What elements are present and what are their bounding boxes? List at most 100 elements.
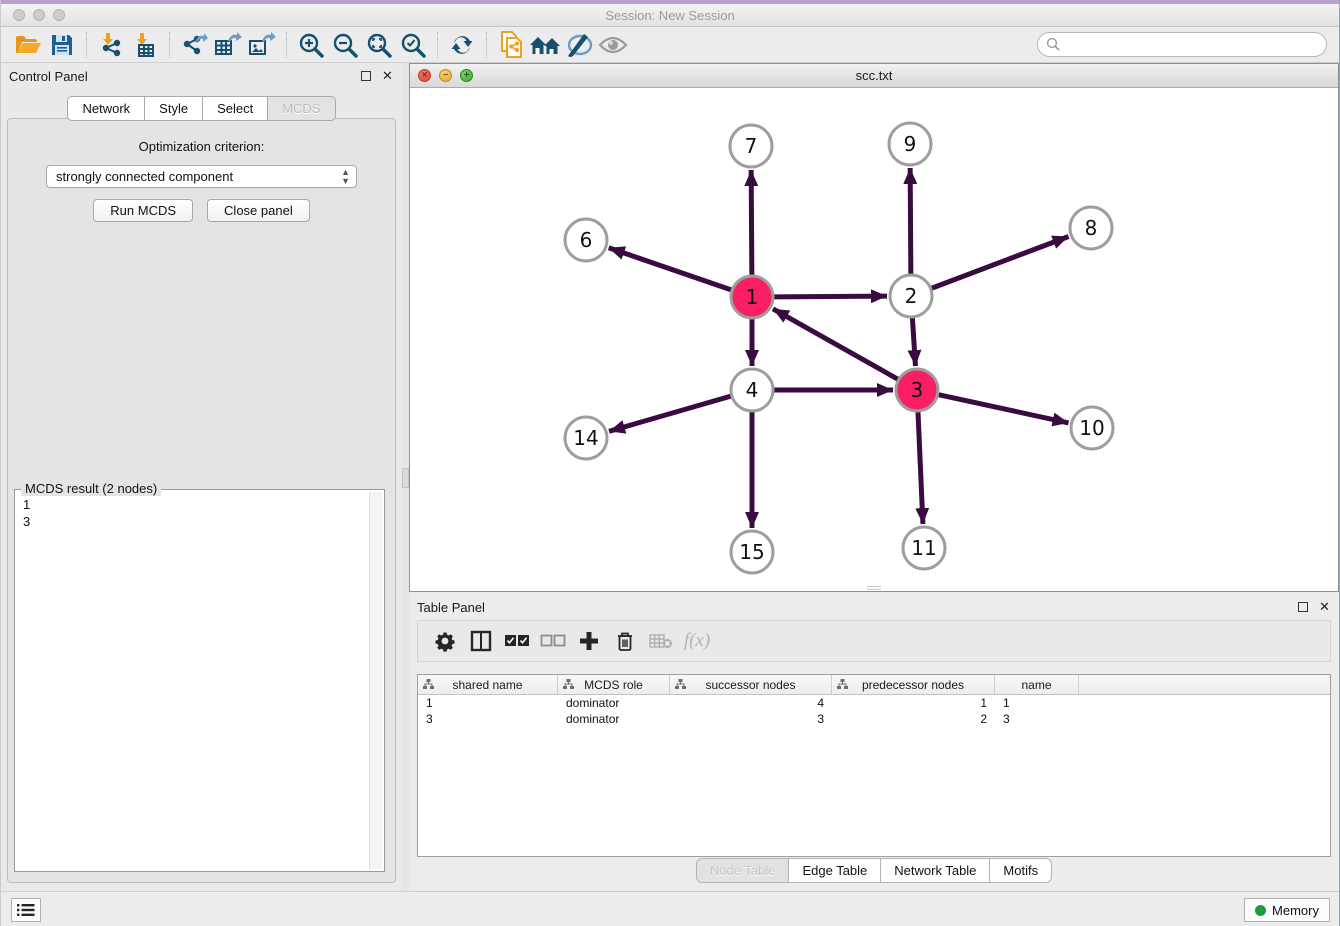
network-maximize-button[interactable]: + [460,69,473,82]
close-panel-button[interactable]: Close panel [207,199,310,222]
cell-successor-nodes[interactable]: 3 [670,712,832,726]
graph-edge-2-9[interactable] [910,168,911,274]
split-columns-icon[interactable] [466,626,496,656]
table-tabs: Node Table Edge Table Network Table Moti… [409,858,1339,883]
import-table-icon[interactable] [128,30,162,60]
clone-network-icon[interactable] [494,30,528,60]
tab-edge-table[interactable]: Edge Table [789,858,881,883]
cell-mcds-role[interactable]: dominator [558,712,670,726]
network-window-title: scc.txt [410,64,1338,88]
run-mcds-button[interactable]: Run MCDS [93,199,193,222]
graph-node-label-11: 11 [911,536,936,560]
cell-shared-name[interactable]: 3 [418,712,558,726]
tree-icon [423,679,434,690]
network-window-titlebar[interactable]: × − + scc.txt [410,64,1338,88]
unselect-all-icon[interactable] [538,626,568,656]
home-layout-icon[interactable] [528,30,562,60]
graph-node-label-15: 15 [739,540,764,564]
gear-icon[interactable] [430,626,460,656]
close-panel-icon[interactable]: ✕ [381,70,394,83]
cell-name[interactable]: 3 [995,712,1079,726]
zoom-out-icon[interactable] [328,30,362,60]
eye-icon[interactable] [596,30,630,60]
add-column-icon[interactable] [574,626,604,656]
column-header-mcds-role[interactable]: MCDS role [558,675,670,694]
memory-status-icon [1255,905,1266,916]
tab-network[interactable]: Network [67,96,145,121]
column-header-predecessor-nodes[interactable]: predecessor nodes [832,675,995,694]
tab-network-table[interactable]: Network Table [881,858,990,883]
style-brush-icon[interactable] [562,30,596,60]
criterion-value: strongly connected component [56,169,233,184]
cell-name[interactable]: 1 [995,696,1079,710]
graph-edge-1-2[interactable] [774,296,887,297]
delete-column-icon[interactable] [610,626,640,656]
refresh-icon[interactable] [445,30,479,60]
toolbar-separator [169,32,170,58]
table-row[interactable]: 1 dominator 4 1 1 [418,695,1330,711]
task-history-button[interactable] [11,898,41,922]
table-row[interactable]: 3 dominator 3 2 3 [418,711,1330,727]
network-canvas[interactable]: 1234678910111415 [410,89,1338,591]
splitter-handle-icon[interactable] [402,468,409,488]
graph-edge-2-3[interactable] [912,318,915,366]
tab-style[interactable]: Style [145,96,203,121]
select-all-icon[interactable] [502,626,532,656]
main-toolbar [1,27,1339,63]
list-icon [17,903,35,917]
graph-node-label-10: 10 [1079,416,1104,440]
mcds-result-text[interactable]: 1 3 [17,492,368,869]
graph-edge-3-1[interactable] [773,309,898,379]
graph-edge-3-10[interactable] [938,395,1068,423]
export-table-icon[interactable] [211,30,245,60]
graph-node-label-9: 9 [904,132,917,156]
toolbar-separator [437,32,438,58]
panel-splitter[interactable] [402,63,409,891]
control-panel-title: Control Panel [9,69,88,84]
close-table-panel-icon[interactable]: ✕ [1318,601,1331,614]
zoom-selected-icon[interactable] [396,30,430,60]
network-resize-handle-icon[interactable] [867,586,881,590]
tab-motifs[interactable]: Motifs [990,858,1052,883]
column-header-successor-nodes[interactable]: successor nodes [670,675,832,694]
graph-edge-1-7[interactable] [751,170,752,275]
graph-edge-2-8[interactable] [932,236,1069,288]
graph-node-label-14: 14 [573,426,598,450]
tab-mcds[interactable]: MCDS [268,96,335,121]
column-header-shared-name[interactable]: shared name [418,675,558,694]
cell-shared-name[interactable]: 1 [418,696,558,710]
column-header-name[interactable]: name [995,675,1079,694]
tab-select[interactable]: Select [203,96,268,121]
cell-predecessor-nodes[interactable]: 2 [832,712,995,726]
export-network-icon[interactable] [177,30,211,60]
open-file-icon[interactable] [11,30,45,60]
save-session-icon[interactable] [45,30,79,60]
network-close-button[interactable]: × [418,69,431,82]
graph-edge-3-11[interactable] [918,412,923,524]
import-network-icon[interactable] [94,30,128,60]
window-title: Session: New Session [1,8,1339,23]
graph-node-label-7: 7 [745,134,758,158]
network-minimize-button[interactable]: − [439,69,452,82]
export-image-icon[interactable] [245,30,279,60]
search-input[interactable] [1037,32,1327,57]
criterion-select[interactable]: strongly connected component ▲▼ [46,165,357,188]
network-graph[interactable]: 1234678910111415 [410,89,1338,591]
result-scrollbar[interactable] [369,492,382,869]
tab-node-table[interactable]: Node Table [696,858,790,883]
function-builder-icon: f(x) [682,626,712,656]
float-table-panel-icon[interactable] [1296,601,1309,614]
graph-edge-1-6[interactable] [609,248,731,290]
column-label: name [1021,678,1051,692]
zoom-fit-icon[interactable] [362,30,396,60]
float-panel-icon[interactable] [359,70,372,83]
column-label: MCDS role [584,678,643,692]
delete-table-icon [646,626,676,656]
graph-node-label-4: 4 [746,378,759,402]
memory-button[interactable]: Memory [1244,898,1330,922]
graph-edge-4-14[interactable] [609,396,731,431]
zoom-in-icon[interactable] [294,30,328,60]
cell-mcds-role[interactable]: dominator [558,696,670,710]
cell-predecessor-nodes[interactable]: 1 [832,696,995,710]
cell-successor-nodes[interactable]: 4 [670,696,832,710]
